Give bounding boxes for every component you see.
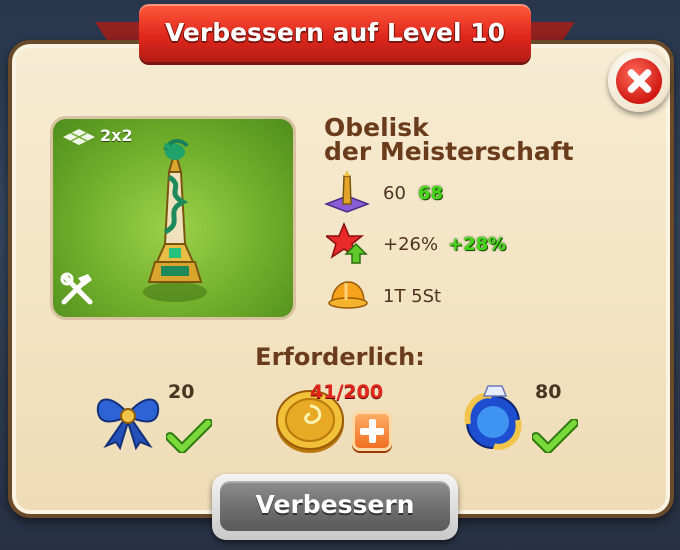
requirement-2-count: 41/200 <box>310 381 384 403</box>
upgrade-button[interactable]: Verbessern <box>212 474 458 540</box>
hard-hat-icon <box>328 281 368 309</box>
building-name-line2: der Meisterschaft <box>324 137 574 166</box>
close-button[interactable] <box>608 50 670 112</box>
requirement-1-check-icon <box>166 419 212 453</box>
stat-2-new: +28% <box>448 234 507 255</box>
requirement-1-count: 20 <box>168 381 195 403</box>
stat-1-new: 68 <box>418 183 444 204</box>
stat-3-old: 1T 5St <box>383 286 442 307</box>
tile-size-label: 2x2 <box>100 126 133 145</box>
blue-orb-icon <box>464 385 522 450</box>
obelisk-size-icon <box>324 170 370 213</box>
build-tools-icon <box>60 272 93 305</box>
red-star-arrow-icon <box>326 222 368 264</box>
stat-1-old: 60 <box>383 183 406 204</box>
requirement-3-check-icon <box>532 419 578 453</box>
obelisk-building-image <box>143 139 207 302</box>
tile-size-icon <box>63 129 95 145</box>
building-name: Obelisk der Meisterschaft <box>324 115 624 166</box>
dialog-title: Verbessern auf Level 10 <box>164 18 506 47</box>
close-icon <box>616 58 662 104</box>
requirements-title: Erforderlich: <box>255 343 425 371</box>
blue-bow-icon <box>96 398 160 450</box>
requirement-3-count: 80 <box>535 381 562 403</box>
buy-coins-button[interactable] <box>352 411 392 451</box>
title-ribbon: Verbessern auf Level 10 <box>95 4 575 68</box>
stat-2-old: +26% <box>383 234 439 255</box>
upgrade-button-label: Verbessern <box>255 490 415 519</box>
